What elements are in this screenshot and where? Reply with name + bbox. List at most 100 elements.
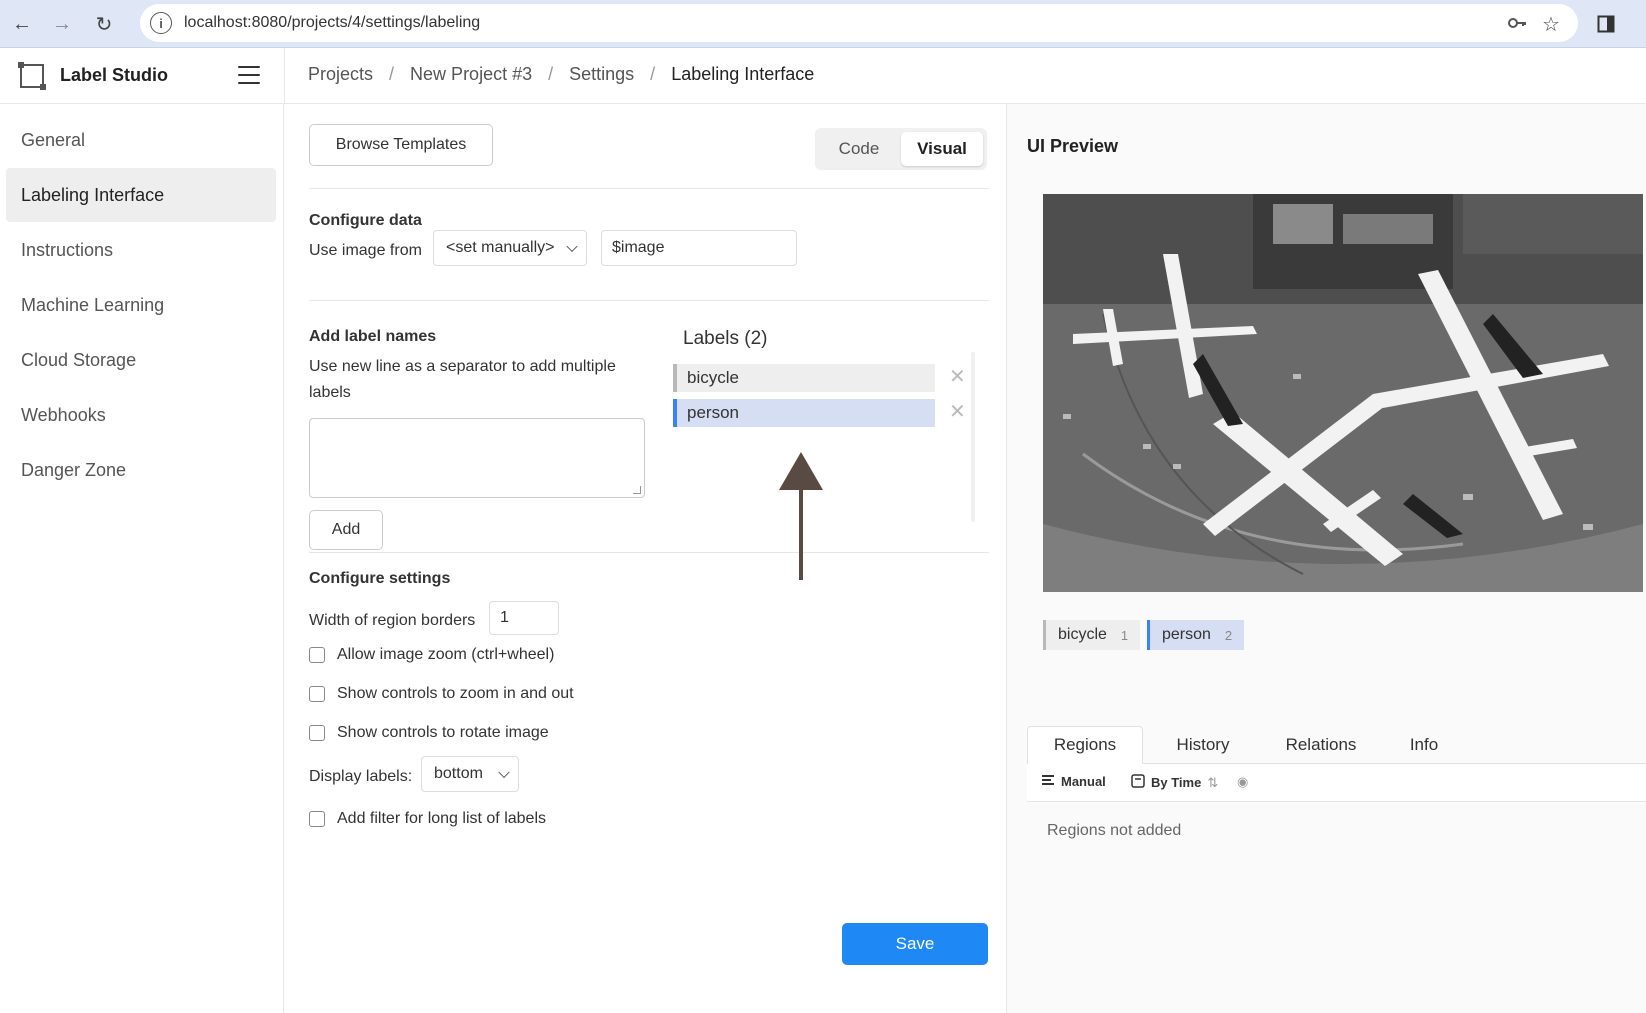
option-label: Show controls to rotate image bbox=[337, 724, 549, 741]
preview-label-bicycle[interactable]: bicycle 1 bbox=[1043, 620, 1141, 650]
tab-history[interactable]: History bbox=[1153, 726, 1253, 764]
option-label: Show controls to zoom in and out bbox=[337, 685, 574, 702]
annotation-arrow-head bbox=[779, 452, 823, 490]
option-label: Add filter for long list of labels bbox=[337, 810, 546, 827]
option-label: Allow image zoom (ctrl+wheel) bbox=[337, 646, 555, 663]
labels-count-title: Labels (2) bbox=[683, 328, 768, 349]
reload-icon[interactable]: ↻ bbox=[90, 10, 118, 38]
sidebar-item-general[interactable]: General bbox=[6, 113, 276, 167]
back-icon[interactable]: ← bbox=[8, 10, 36, 38]
manual-order-button[interactable]: Manual bbox=[1041, 774, 1106, 789]
airport-aerial-image bbox=[1043, 194, 1643, 592]
sidebar-item-machine-learning[interactable]: Machine Learning bbox=[6, 278, 276, 332]
divider bbox=[309, 300, 989, 301]
breadcrumb-current: Labeling Interface bbox=[671, 64, 815, 84]
divider bbox=[309, 552, 989, 553]
browse-templates-button[interactable]: Browse Templates bbox=[309, 124, 493, 166]
breadcrumb: Projects / New Project #3 / Settings / L… bbox=[308, 64, 814, 85]
breadcrumb-separator: / bbox=[389, 64, 395, 84]
remove-label-icon[interactable]: ✕ bbox=[949, 364, 966, 389]
add-labels-button[interactable]: Add bbox=[309, 510, 383, 550]
option-rotate-controls[interactable]: Show controls to rotate image bbox=[309, 724, 549, 742]
ui-preview-panel: UI Preview bicycle 1 person 2 Regions Hi… bbox=[1006, 104, 1646, 1013]
by-time-label: By Time bbox=[1151, 775, 1202, 790]
label-studio-logo-icon bbox=[18, 62, 46, 90]
region-border-width-input[interactable]: 1 bbox=[489, 601, 559, 635]
resize-grip-icon[interactable] bbox=[633, 486, 641, 494]
side-panel-icon[interactable] bbox=[1592, 10, 1620, 38]
tab-info[interactable]: Info bbox=[1389, 726, 1459, 764]
bookmark-star-icon[interactable]: ☆ bbox=[1542, 12, 1560, 37]
preview-image[interactable] bbox=[1043, 194, 1643, 592]
preview-label-person[interactable]: person 2 bbox=[1147, 620, 1245, 650]
breadcrumb-settings[interactable]: Settings bbox=[569, 64, 634, 85]
tab-code[interactable]: Code bbox=[819, 132, 899, 166]
breadcrumb-separator: / bbox=[548, 64, 554, 84]
add-label-names-title: Add label names bbox=[309, 328, 437, 345]
app-name: Label Studio bbox=[60, 65, 168, 85]
sidebar-item-danger-zone[interactable]: Danger Zone bbox=[6, 443, 276, 497]
use-image-from-label: Use image from bbox=[309, 242, 422, 259]
save-button[interactable]: Save bbox=[842, 923, 988, 965]
region-border-width-label: Width of region borders bbox=[309, 612, 476, 629]
preview-label-name: bicycle bbox=[1058, 626, 1107, 643]
forward-icon[interactable]: → bbox=[48, 10, 76, 38]
checkbox[interactable] bbox=[309, 686, 325, 702]
by-time-order-button[interactable]: By Time ⇅ bbox=[1131, 774, 1218, 791]
label-names-textarea[interactable] bbox=[309, 418, 645, 498]
annotation-arrow-shaft bbox=[799, 486, 803, 580]
chevron-down-icon bbox=[498, 766, 510, 779]
option-label-filter[interactable]: Add filter for long list of labels bbox=[309, 810, 546, 828]
preview-label-name: person bbox=[1162, 626, 1211, 643]
option-zoom-controls[interactable]: Show controls to zoom in and out bbox=[309, 685, 574, 703]
breadcrumb-separator: / bbox=[650, 64, 656, 84]
checkbox[interactable] bbox=[309, 647, 325, 663]
configure-data-title: Configure data bbox=[309, 212, 422, 229]
list-icon bbox=[1041, 774, 1055, 789]
display-labels-label: Display labels: bbox=[309, 768, 413, 785]
checkbox[interactable] bbox=[309, 811, 325, 827]
labeling-config-panel: Browse Templates Code Visual Configure d… bbox=[285, 104, 1005, 1013]
ui-preview-title: UI Preview bbox=[1027, 136, 1119, 156]
browser-toolbar: ← → ↻ i localhost:8080/projects/4/settin… bbox=[0, 0, 1646, 48]
editor-mode-toggle: Code Visual bbox=[815, 128, 987, 170]
sidebar-item-webhooks[interactable]: Webhooks bbox=[6, 388, 276, 442]
image-source-select[interactable]: <set manually> bbox=[433, 230, 587, 266]
tab-regions[interactable]: Regions bbox=[1027, 726, 1143, 764]
sidebar-item-labeling-interface[interactable]: Labeling Interface bbox=[6, 168, 276, 222]
divider bbox=[309, 188, 989, 189]
tab-relations[interactable]: Relations bbox=[1263, 726, 1379, 764]
remove-label-icon[interactable]: ✕ bbox=[949, 399, 966, 424]
header-divider bbox=[284, 48, 285, 104]
visibility-icon[interactable]: ◉ bbox=[1237, 774, 1248, 790]
checkbox[interactable] bbox=[309, 725, 325, 741]
option-image-zoom[interactable]: Allow image zoom (ctrl+wheel) bbox=[309, 646, 554, 664]
key-icon[interactable] bbox=[1506, 12, 1528, 40]
sidebar-item-instructions[interactable]: Instructions bbox=[6, 223, 276, 277]
settings-sidebar: General Labeling Interface Instructions … bbox=[0, 104, 284, 1013]
display-labels-select[interactable]: bottom bbox=[421, 756, 519, 792]
breadcrumb-projects[interactable]: Projects bbox=[308, 64, 373, 85]
label-item-person[interactable]: person bbox=[673, 399, 935, 427]
chevron-down-icon bbox=[566, 240, 578, 253]
add-label-hint: Use new line as a separator to add multi… bbox=[309, 358, 616, 401]
image-variable-input[interactable]: $image bbox=[601, 230, 797, 266]
regions-empty-message: Regions not added bbox=[1047, 822, 1182, 839]
site-info-icon[interactable]: i bbox=[150, 12, 172, 34]
sort-order-icon[interactable]: ⇅ bbox=[1207, 775, 1218, 791]
label-item-bicycle[interactable]: bicycle bbox=[673, 364, 935, 392]
image-source-value: <set manually> bbox=[446, 239, 555, 256]
configure-settings-title: Configure settings bbox=[309, 570, 451, 587]
manual-label: Manual bbox=[1061, 774, 1106, 789]
url-text: localhost:8080/projects/4/settings/label… bbox=[184, 14, 481, 31]
breadcrumb-project[interactable]: New Project #3 bbox=[410, 64, 532, 85]
labels-scrollbar[interactable] bbox=[971, 352, 975, 522]
preview-label-count: 2 bbox=[1224, 627, 1233, 643]
menu-icon[interactable] bbox=[238, 66, 260, 84]
display-labels-value: bottom bbox=[434, 765, 483, 782]
app-header: Label Studio Projects / New Project #3 /… bbox=[0, 48, 1646, 104]
preview-label-count: 1 bbox=[1120, 627, 1129, 643]
tab-visual[interactable]: Visual bbox=[901, 132, 983, 166]
sidebar-item-cloud-storage[interactable]: Cloud Storage bbox=[6, 333, 276, 387]
address-bar[interactable]: i localhost:8080/projects/4/settings/lab… bbox=[140, 4, 1578, 42]
